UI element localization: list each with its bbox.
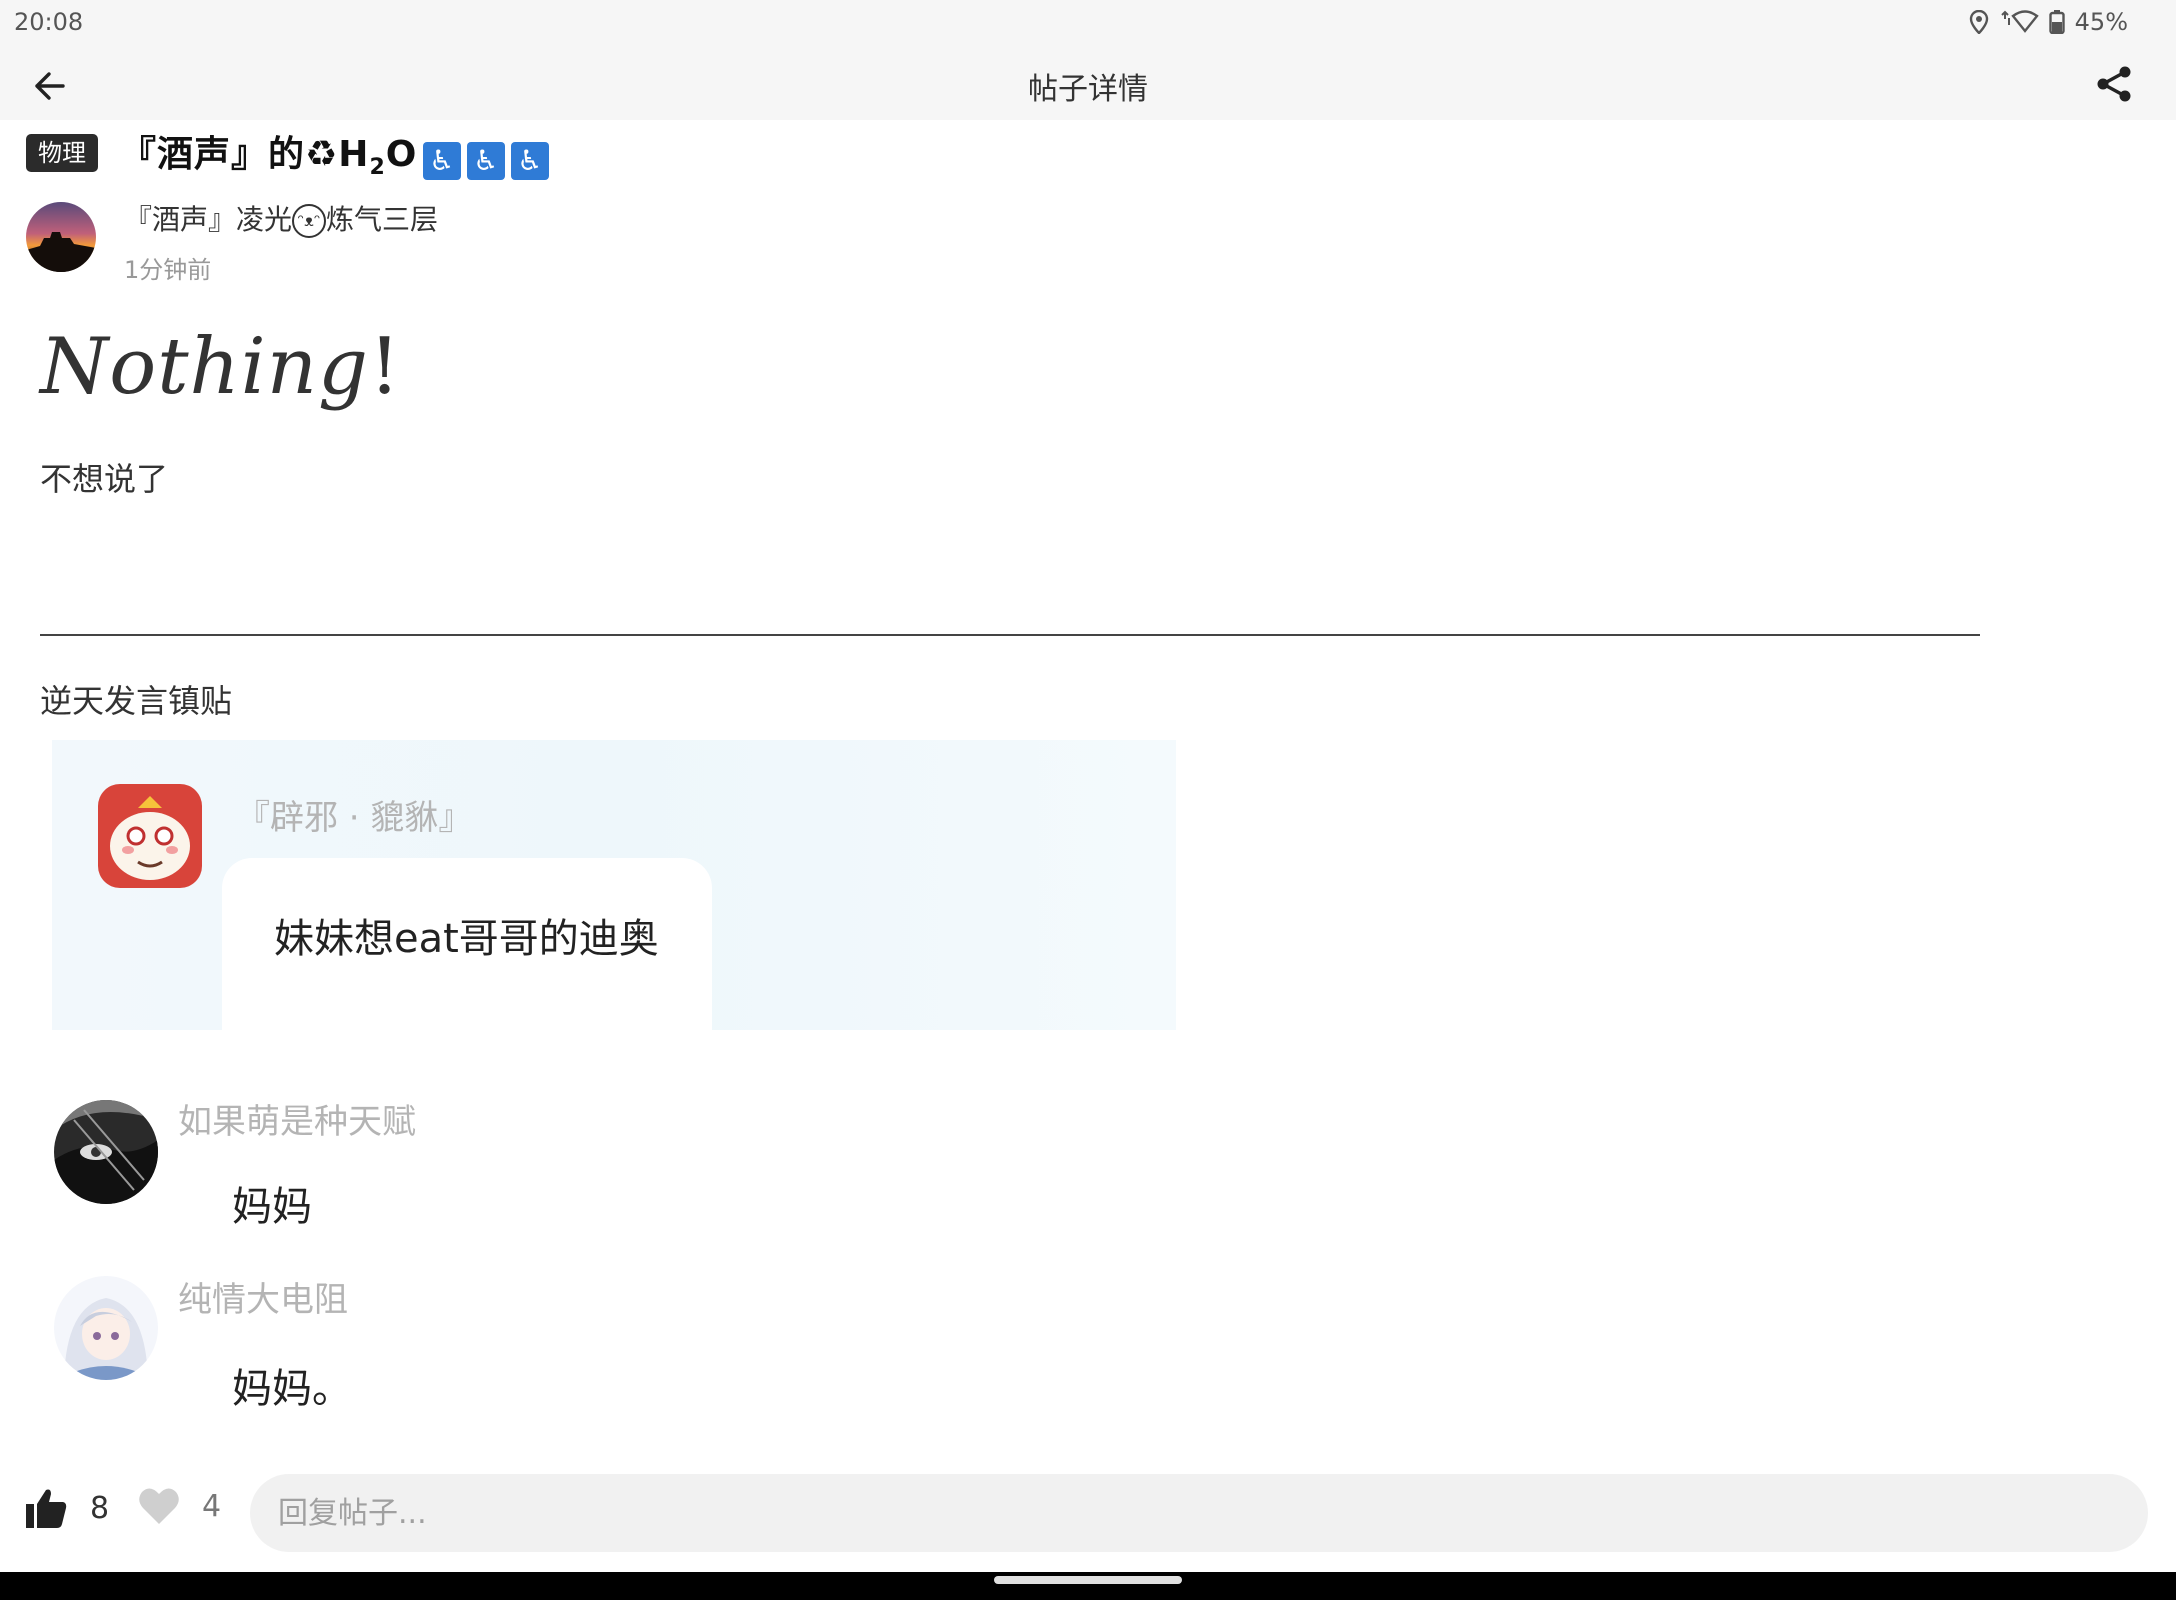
heart-icon	[139, 1488, 179, 1524]
status-bar: 20:08 45%	[0, 0, 2176, 44]
author-name-prefix: 『酒声』凌光	[124, 203, 293, 236]
like-count: 8	[90, 1490, 110, 1526]
author-row: 『酒声』凌光 ᵔᴥᵔ 炼气三层 1分钟前	[26, 196, 438, 285]
author-info: 『酒声』凌光 ᵔᴥᵔ 炼气三层 1分钟前	[124, 196, 438, 285]
app-bar: 帖子详情	[0, 44, 2176, 120]
accessibility-icon: ♿	[423, 142, 462, 181]
post-heading: Nothing!	[40, 322, 401, 412]
post-heading-bang: !	[368, 322, 402, 412]
status-time: 20:08	[14, 8, 84, 36]
post-body-text: 不想说了	[40, 460, 169, 498]
thumbs-up-icon	[26, 1489, 67, 1528]
reply-input[interactable]	[250, 1474, 2148, 1552]
post-title-row: 物理 『酒声』的♻H2O ♿ ♿ ♿	[26, 130, 550, 181]
chat-bubble-fragment	[212, 1030, 332, 1048]
chat-avatar	[54, 1276, 158, 1380]
location-icon	[1969, 10, 1989, 34]
accessibility-icon: ♿	[467, 142, 506, 181]
post-body-text-2: 逆天发言镇贴	[40, 682, 233, 720]
author-name-suffix: 炼气三层	[326, 203, 439, 236]
home-indicator[interactable]	[994, 1576, 1182, 1584]
post-title-sub: 2	[369, 155, 386, 181]
recycle-icon: ♻	[305, 134, 339, 176]
battery-icon	[2048, 10, 2065, 34]
post-title-o: O	[385, 134, 418, 176]
emoji-face-icon: ᵔᴥᵔ	[292, 204, 327, 238]
chat-username: 『辟邪 · 貔貅』	[236, 798, 473, 838]
post-title-h: H	[338, 134, 370, 176]
page-title: 帖子详情	[1028, 72, 1148, 107]
status-icons: 45%	[1969, 8, 2128, 36]
battery-percent: 45%	[2074, 8, 2128, 36]
author-name[interactable]: 『酒声』凌光 ᵔᴥᵔ 炼气三层	[124, 198, 438, 238]
chat-avatar	[54, 1100, 158, 1204]
post-title: 『酒声』的♻H2O ♿ ♿ ♿	[120, 125, 550, 181]
wifi-icon	[1999, 10, 2039, 34]
favorite-button[interactable]: 4	[138, 1486, 221, 1526]
post-image[interactable]: 『辟邪 · 貔貅』 妹妹想eat哥哥的迪奥	[52, 740, 1176, 1030]
share-button[interactable]	[2090, 60, 2138, 108]
chat-message: 妈妈	[212, 1160, 326, 1232]
favorite-count: 4	[202, 1488, 222, 1524]
chat-username: 如果萌是种天赋	[178, 1102, 416, 1142]
divider	[40, 634, 1980, 636]
system-nav-bar	[0, 1572, 2176, 1600]
chat-message: 妈妈。	[212, 1338, 362, 1422]
like-button[interactable]: 8	[24, 1486, 109, 1530]
chat-avatar	[98, 784, 202, 888]
post-title-prefix: 『酒声』的	[120, 134, 306, 176]
chat-message: 妹妹想eat哥哥的迪奥	[222, 858, 712, 1030]
share-icon	[2097, 66, 2131, 102]
chat-username: 纯情大电阻	[178, 1280, 348, 1320]
post-heading-word: Nothing	[40, 322, 369, 412]
post-time: 1分钟前	[124, 256, 212, 284]
bottom-action-bar: 8 4	[0, 1460, 2176, 1572]
category-tag[interactable]: 物理	[26, 134, 98, 172]
accessibility-icon: ♿	[511, 142, 550, 181]
author-avatar[interactable]	[26, 202, 96, 272]
